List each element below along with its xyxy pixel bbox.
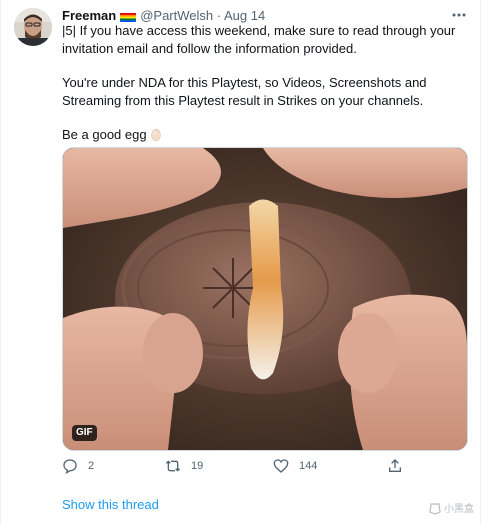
reply-count: 2 — [88, 460, 95, 472]
show-thread-link[interactable]: Show this thread — [62, 497, 159, 512]
author-name[interactable]: Freeman — [62, 8, 116, 23]
tweet-paragraph: |5| If you have access this weekend, mak… — [62, 23, 456, 56]
tweet-paragraph: You're under NDA for this Playtest, so V… — [62, 75, 427, 108]
gif-badge: GIF — [72, 425, 97, 441]
reply-icon — [63, 459, 77, 474]
tweet-media-gif[interactable]: GIF — [62, 147, 468, 451]
gif-frame-image — [63, 148, 467, 450]
share-button[interactable] — [387, 458, 413, 474]
signoff-text: Be a good egg — [62, 127, 147, 142]
watermark: 小黑盒 — [428, 500, 474, 515]
retweet-icon — [165, 460, 181, 472]
rainbow-flag-icon — [120, 11, 137, 22]
egg-icon — [150, 128, 161, 142]
right-border — [480, 0, 481, 525]
reply-button[interactable]: 2 — [62, 458, 94, 474]
watermark-logo-icon — [429, 502, 441, 515]
separator-dot: · — [216, 8, 222, 23]
tweet-text: |5| If you have access this weekend, mak… — [62, 22, 467, 161]
avatar-photo — [14, 8, 52, 46]
heart-icon — [273, 459, 289, 473]
avatar[interactable] — [14, 8, 52, 46]
tweet-signoff: Be a good egg — [62, 126, 467, 144]
retweet-count: 19 — [191, 460, 204, 472]
watermark-text: 小黑盒 — [444, 504, 474, 515]
like-count: 144 — [299, 460, 318, 472]
share-icon — [389, 459, 401, 472]
tweet-actions: 2 19 144 — [62, 458, 407, 478]
tweet-date[interactable]: Aug 14 — [224, 8, 265, 23]
author-handle[interactable]: @PartWelsh — [140, 8, 213, 23]
like-button[interactable]: 144 — [273, 458, 317, 474]
retweet-button[interactable]: 19 — [165, 458, 203, 474]
left-border — [0, 0, 1, 525]
